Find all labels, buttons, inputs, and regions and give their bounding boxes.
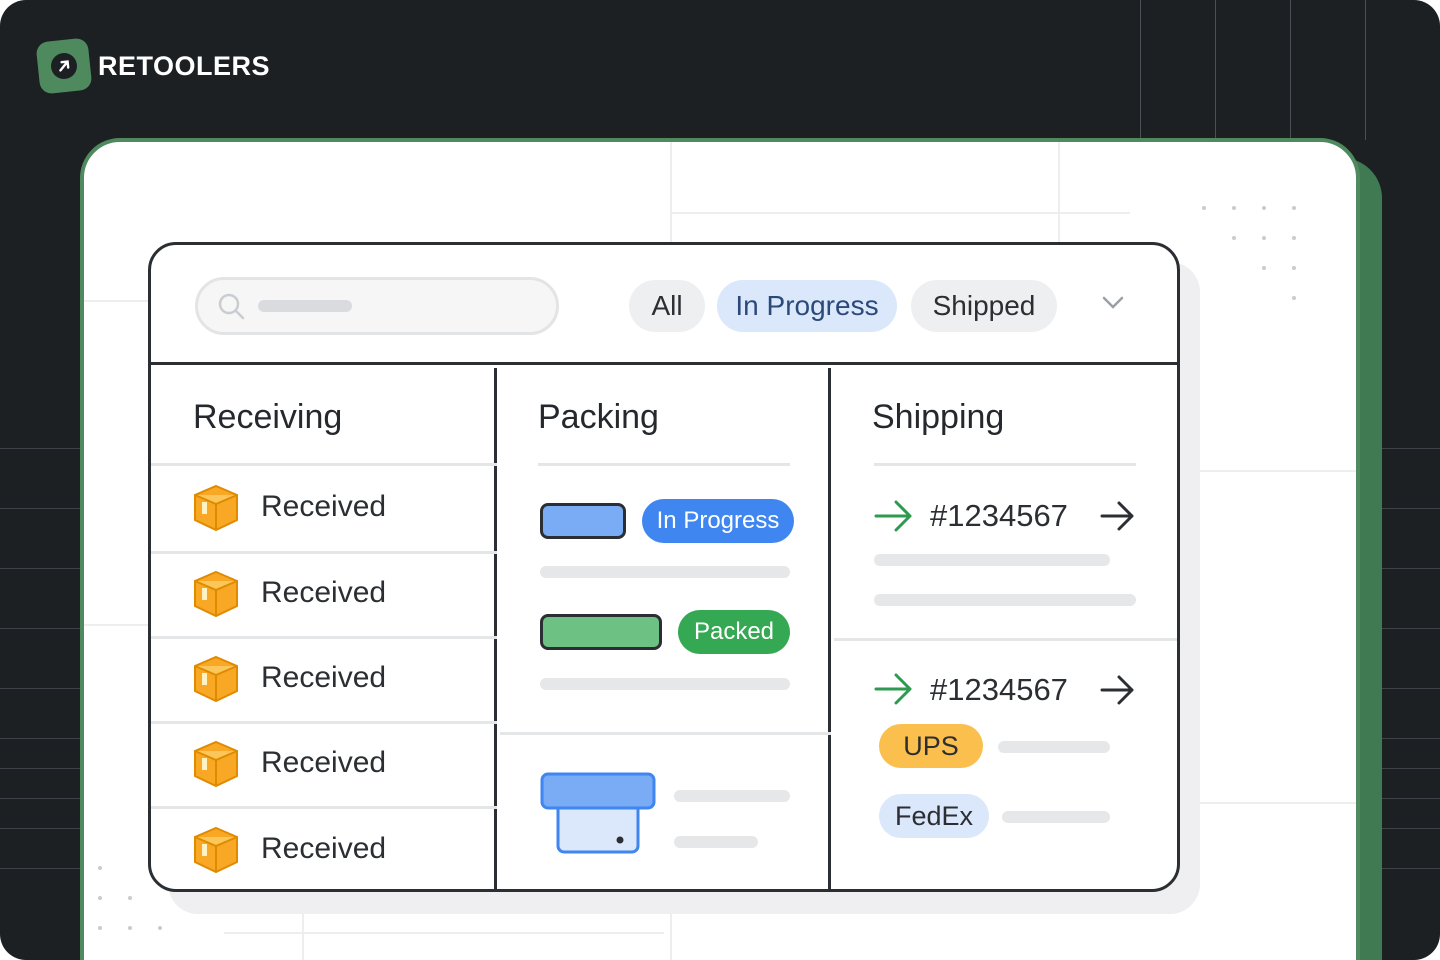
- filter-in-progress-label: In Progress: [735, 290, 879, 321]
- box-icon: [194, 484, 238, 532]
- shipment-id[interactable]: #1234567: [930, 672, 1068, 708]
- receiving-column: Receiving Received Received Received Rec…: [151, 368, 497, 889]
- decor-line: [1215, 0, 1216, 140]
- fulfillment-board: All In Progress Shipped Receiving Receiv…: [148, 242, 1180, 892]
- decor-line: [1140, 0, 1141, 140]
- filter-in-progress[interactable]: In Progress: [717, 280, 897, 332]
- brand-name: RETOOLERS: [98, 50, 271, 81]
- carrier-label: FedEx: [894, 800, 974, 831]
- item-label: Received: [261, 746, 387, 779]
- filter-all-label: All: [651, 290, 683, 321]
- shipping-title: Shipping: [872, 398, 1005, 436]
- box-icon: [194, 570, 238, 618]
- filter-shipped[interactable]: Shipped: [911, 280, 1057, 332]
- packing-column: Packing In Progress Packed: [500, 368, 831, 889]
- status-badge[interactable]: In Progress: [642, 499, 794, 543]
- list-item[interactable]: Received: [151, 722, 497, 807]
- logo-icon: [35, 37, 93, 95]
- arrow-right-icon[interactable]: [1100, 674, 1136, 706]
- package-icon: [540, 772, 656, 854]
- shipping-column: Shipping #1234567 #1234567 UPS FedEx: [834, 368, 1177, 889]
- list-item[interactable]: Received: [151, 808, 497, 889]
- box-icon: [194, 655, 238, 703]
- search-bar[interactable]: [195, 277, 559, 335]
- arrow-right-icon: [874, 673, 912, 705]
- arrow-right-icon[interactable]: [1100, 500, 1136, 532]
- decor-line: [1290, 0, 1291, 140]
- box-icon: [194, 740, 238, 788]
- status-label: Packed: [693, 618, 775, 645]
- carrier-badge-fedex[interactable]: FedEx: [879, 794, 989, 838]
- filter-all[interactable]: All: [629, 280, 705, 332]
- arrow-right-icon: [874, 500, 912, 532]
- packed-block: [540, 614, 662, 650]
- toolbar: All In Progress Shipped: [151, 245, 1177, 365]
- item-label: Received: [261, 576, 387, 609]
- box-icon: [194, 826, 238, 874]
- decor-line: [1365, 0, 1366, 140]
- shipment-id[interactable]: #1234567: [930, 498, 1068, 534]
- search-input[interactable]: [258, 300, 352, 312]
- list-item[interactable]: Received: [151, 466, 497, 551]
- carrier-label: UPS: [903, 730, 959, 761]
- app-background: RETOOLERS All In Progress Shipped Receiv…: [0, 0, 1440, 960]
- progress-block: [540, 503, 626, 539]
- item-label: Received: [261, 490, 387, 523]
- list-item[interactable]: Received: [151, 637, 497, 722]
- search-icon: [218, 293, 245, 320]
- carrier-badge-ups[interactable]: UPS: [879, 724, 983, 768]
- packing-title: Packing: [538, 398, 659, 436]
- status-badge[interactable]: Packed: [678, 610, 790, 654]
- item-label: Received: [261, 661, 387, 694]
- status-label: In Progress: [656, 507, 780, 534]
- list-item[interactable]: Received: [151, 552, 497, 637]
- item-label: Received: [261, 832, 387, 865]
- filter-shipped-label: Shipped: [932, 290, 1036, 321]
- brand-logo[interactable]: RETOOLERS: [35, 37, 271, 95]
- receiving-title: Receiving: [193, 398, 343, 436]
- chevron-down-icon[interactable]: [1101, 295, 1125, 311]
